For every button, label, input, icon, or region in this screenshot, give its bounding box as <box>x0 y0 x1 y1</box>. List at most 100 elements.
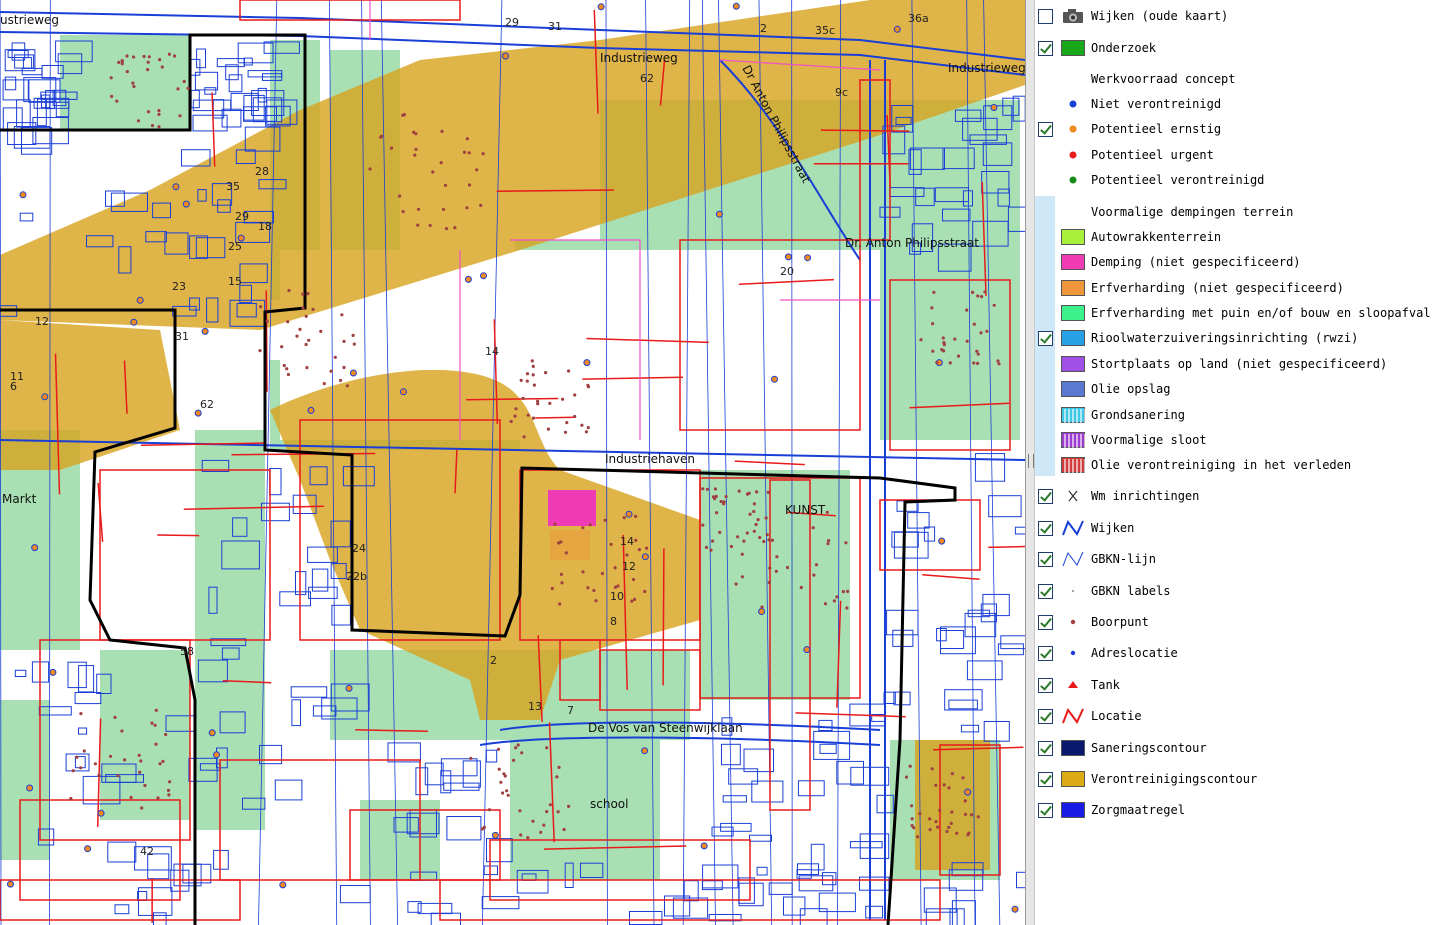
house-number-label: 31 <box>175 330 189 343</box>
legend-row-grondsanering: Grondsanering <box>1035 403 1437 428</box>
legend-row-olie-verleden: Olie verontreiniging in het verleden <box>1035 453 1437 478</box>
legend-symbol-gbkn-lijn-icon <box>1061 551 1085 567</box>
house-number-label: 42 <box>140 845 154 858</box>
legend-row-onderzoek: Onderzoek <box>1035 36 1437 61</box>
layer-checkbox-locatie[interactable] <box>1038 709 1053 724</box>
legend-row-verontreinigingscontour: Verontreinigingscontour <box>1035 767 1437 792</box>
legend-label-niet-verontreinigd: Niet verontreinigd <box>1091 97 1222 111</box>
legend-symbol-wijken-icon <box>1061 520 1085 536</box>
legend-row-autowrakkenterrein: Autowrakkenterrein <box>1035 225 1437 250</box>
legend-symbol-gbkn-labels-icon <box>1061 583 1085 599</box>
house-number-label: 62 <box>200 398 214 411</box>
legend-row-voormalige-dempingen: Voormalige dempingen terrein <box>1035 200 1437 225</box>
legend-row-demping: Demping (niet gespecificeerd) <box>1035 250 1437 275</box>
legend-label-voormalige-dempingen: Voormalige dempingen terrein <box>1091 205 1294 219</box>
legend-row-wijken-oude-kaart: Wijken (oude kaart) <box>1035 4 1437 29</box>
layer-checkbox-potentieel-ernstig[interactable] <box>1038 122 1053 137</box>
house-number-label: 35c <box>815 24 835 37</box>
legend-row-erfverharding-puin: Erfverharding met puin en/of bouw en slo… <box>1035 301 1437 326</box>
layer-checkbox-zorgmaatregel[interactable] <box>1038 803 1053 818</box>
label-ustrieweg: ustrieweg <box>0 13 59 27</box>
house-number-label: 36a <box>908 12 929 25</box>
legend-label-wijken: Wijken <box>1091 521 1135 535</box>
legend-symbol-onderzoek-icon <box>1061 40 1085 56</box>
legend-row-potentieel-ernstig: Potentieel ernstig <box>1035 117 1437 142</box>
splitter-grip-icon <box>1028 454 1034 468</box>
legend-label-stortplaats: Stortplaats op land (niet gespecificeerd… <box>1091 357 1388 371</box>
layer-checkbox-rwzi[interactable] <box>1038 331 1053 346</box>
legend-label-verontreinigingscontour: Verontreinigingscontour <box>1091 772 1258 786</box>
legend-symbol-saneringscontour-icon <box>1061 740 1085 756</box>
legend-label-boorpunt: Boorpunt <box>1091 615 1149 629</box>
panel-splitter[interactable] <box>1025 0 1035 925</box>
map-canvas[interactable]: Industrieweg Industrieweg Dr Anton Phili… <box>0 0 1025 925</box>
layer-checkbox-gbkn-lijn[interactable] <box>1038 552 1053 567</box>
legend-row-niet-verontreinigd: Niet verontreinigd <box>1035 92 1437 117</box>
layer-checkbox-verontreinigingscontour[interactable] <box>1038 772 1053 787</box>
label-industriehaven: Industriehaven <box>605 452 695 466</box>
label-industrieweg: Industrieweg <box>600 51 678 65</box>
legend-label-erfverharding-puin: Erfverharding met puin en/of bouw en slo… <box>1091 306 1431 320</box>
legend-label-potentieel-verontreinigd: Potentieel verontreinigd <box>1091 173 1265 187</box>
label-de-vos-van-steenwijklaan: De Vos van Steenwijklaan <box>588 721 743 735</box>
legend-row-boorpunt: Boorpunt <box>1035 610 1437 635</box>
legend-row-wm-inrichtingen: Wm inrichtingen <box>1035 484 1437 509</box>
legend-label-erfverharding: Erfverharding (niet gespecificeerd) <box>1091 281 1344 295</box>
layer-checkbox-tank[interactable] <box>1038 678 1053 693</box>
label-philipsstraat: Dr. Anton Philipsstraat <box>845 236 979 250</box>
legend-label-werkvoorraad-concept: Werkvoorraad concept <box>1091 72 1236 86</box>
house-number-label: 12 <box>622 560 636 573</box>
legend-row-saneringscontour: Saneringscontour <box>1035 736 1437 761</box>
legend-label-potentieel-ernstig: Potentieel ernstig <box>1091 122 1222 136</box>
house-number-label: 20 <box>780 265 794 278</box>
legend-symbol-erfverharding-puin-icon <box>1061 305 1085 321</box>
house-number-label: 35 <box>226 180 240 193</box>
legend-symbol-olie-verleden-icon <box>1061 457 1086 473</box>
layer-checkbox-onderzoek[interactable] <box>1038 41 1053 56</box>
legend-symbol-potentieel-verontreinigd-icon <box>1061 172 1085 188</box>
house-number-label: 12 <box>35 315 49 328</box>
layer-checkbox-wijken[interactable] <box>1038 521 1053 536</box>
layer-checkbox-wijken-oude-kaart[interactable] <box>1038 9 1053 24</box>
house-number-label: 6 <box>10 380 17 393</box>
legend-row-potentieel-urgent: Potentieel urgent <box>1035 143 1437 168</box>
legend-symbol-potentieel-urgent-icon <box>1061 147 1085 163</box>
legend-label-olie-opslag: Olie opslag <box>1091 382 1171 396</box>
erfverharding-area <box>550 530 590 560</box>
house-number-label: 8 <box>610 615 617 628</box>
legend-label-gbkn-labels: GBKN labels <box>1091 584 1171 598</box>
layer-checkbox-saneringscontour[interactable] <box>1038 741 1053 756</box>
layer-checkbox-boorpunt[interactable] <box>1038 615 1053 630</box>
legend-symbol-boorpunt-icon <box>1061 614 1085 630</box>
legend-row-stortplaats: Stortplaats op land (niet gespecificeerd… <box>1035 352 1437 377</box>
legend-symbol-erfverharding-icon <box>1061 280 1085 296</box>
layer-checkbox-gbkn-labels[interactable] <box>1038 584 1053 599</box>
house-number-label: 13 <box>528 700 542 713</box>
house-number-label: 9c <box>835 86 848 99</box>
legend-row-potentieel-verontreinigd: Potentieel verontreinigd <box>1035 168 1437 193</box>
legend-label-potentieel-urgent: Potentieel urgent <box>1091 148 1214 162</box>
legend-symbol-zorgmaatregel-icon <box>1061 802 1085 818</box>
house-number-label: 23 <box>172 280 186 293</box>
legend-row-gbkn-labels: GBKN labels <box>1035 579 1437 604</box>
layer-checkbox-adreslocatie[interactable] <box>1038 646 1053 661</box>
legend-row-voormalige-sloot: Voormalige sloot <box>1035 428 1437 453</box>
label-industrieweg-right: Industrieweg <box>948 61 1025 75</box>
legend-symbol-potentieel-ernstig-icon <box>1061 121 1085 137</box>
house-number-label: 29 <box>505 16 519 29</box>
layer-checkbox-wm-inrichtingen[interactable] <box>1038 489 1053 504</box>
legend-symbol-demping-icon <box>1061 254 1085 270</box>
legend-label-zorgmaatregel: Zorgmaatregel <box>1091 803 1185 817</box>
house-number-label: 14 <box>620 535 634 548</box>
layer-legend: Wijken (oude kaart) Onderzoek Werkvoorraad… <box>1035 0 1437 925</box>
house-number-label: 18 <box>258 220 272 233</box>
legend-label-autowrakkenterrein: Autowrakkenterrein <box>1091 230 1222 244</box>
demping-area <box>548 490 596 526</box>
house-number-label: 29 <box>235 210 249 223</box>
house-number-label: 15 <box>228 275 242 288</box>
legend-symbol-locatie-icon <box>1061 708 1085 724</box>
legend-label-rwzi: Rioolwaterzuiveringsinrichting (rwzi) <box>1091 331 1359 345</box>
label-markt: Markt <box>2 492 37 506</box>
legend-row-erfverharding: Erfverharding (niet gespecificeerd) <box>1035 276 1437 301</box>
map-viewport[interactable]: Industrieweg Industrieweg Dr Anton Phili… <box>0 0 1025 925</box>
